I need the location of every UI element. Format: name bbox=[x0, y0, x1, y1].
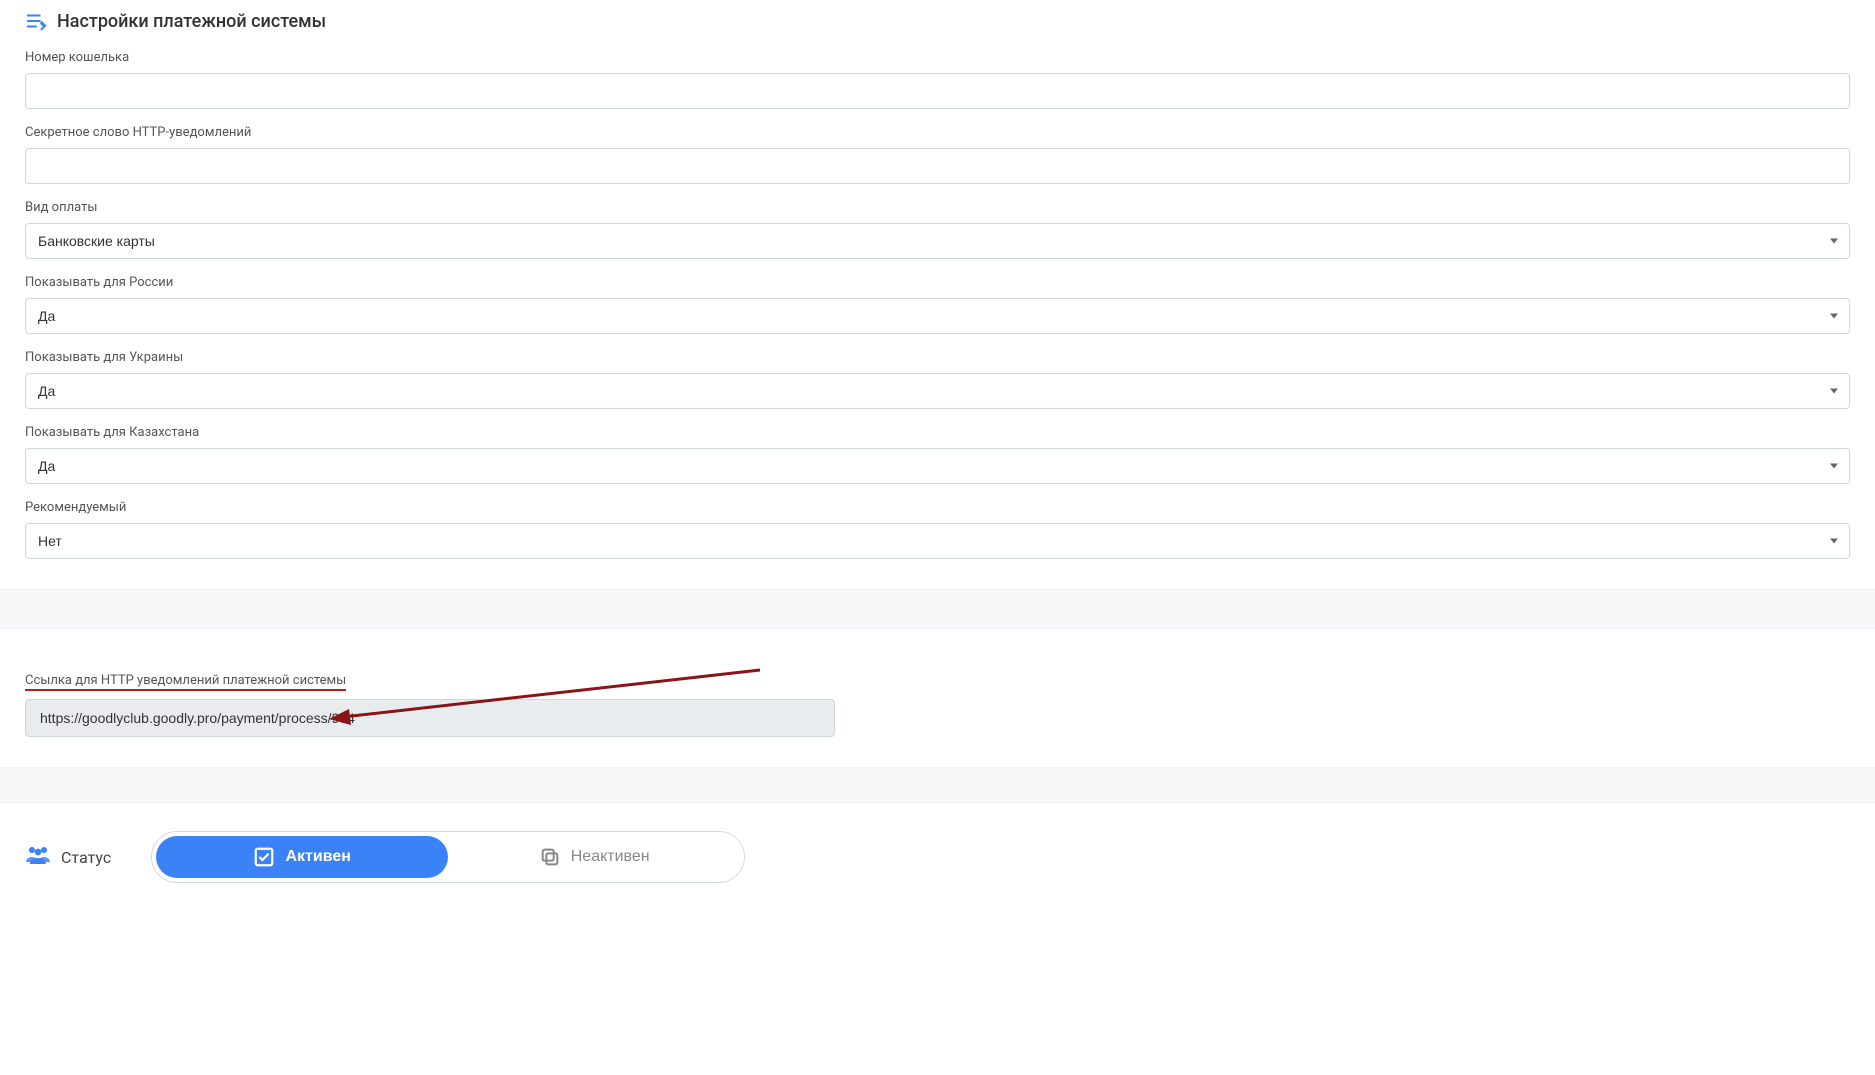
status-label-text: Статус bbox=[61, 848, 111, 867]
status-active-button[interactable]: Активен bbox=[156, 836, 448, 878]
status-inactive-button[interactable]: Неактивен bbox=[448, 836, 740, 878]
status-active-label: Активен bbox=[285, 848, 350, 866]
input-notify-link[interactable] bbox=[25, 699, 835, 737]
label-recommended: Рекомендуемый bbox=[25, 500, 1850, 515]
status-toggle: Активен Неактивен bbox=[151, 831, 745, 883]
input-wallet[interactable] bbox=[25, 73, 1850, 109]
status-label-group: Статус bbox=[25, 844, 111, 870]
section-title: Настройки платежной системы bbox=[57, 11, 326, 32]
status-row: Статус Активен Неактивен bbox=[0, 803, 1875, 903]
section-header: Настройки платежной системы bbox=[25, 10, 1850, 32]
label-payment-type: Вид оплаты bbox=[25, 200, 1850, 215]
select-show-kazakhstan[interactable]: Да bbox=[25, 448, 1850, 484]
settings-list-icon bbox=[25, 10, 47, 32]
status-inactive-label: Неактивен bbox=[571, 848, 650, 866]
section-divider-2 bbox=[0, 767, 1875, 803]
copy-icon bbox=[539, 846, 561, 868]
label-wallet: Номер кошелька bbox=[25, 50, 1850, 65]
select-show-russia[interactable]: Да bbox=[25, 298, 1850, 334]
checkbox-checked-icon bbox=[253, 846, 275, 868]
field-show-ukraine: Показывать для Украины Да bbox=[25, 350, 1850, 409]
select-show-ukraine[interactable]: Да bbox=[25, 373, 1850, 409]
input-secret[interactable] bbox=[25, 148, 1850, 184]
notify-link-section: Ссылка для HTTP уведомлений платежной си… bbox=[0, 629, 1875, 767]
label-show-russia: Показывать для России bbox=[25, 275, 1850, 290]
label-notify-link: Ссылка для HTTP уведомлений платежной си… bbox=[25, 673, 346, 691]
label-secret: Секретное слово HTTP-уведомлений bbox=[25, 125, 1850, 140]
field-recommended: Рекомендуемый Нет bbox=[25, 500, 1850, 559]
select-recommended[interactable]: Нет bbox=[25, 523, 1850, 559]
field-show-russia: Показывать для России Да bbox=[25, 275, 1850, 334]
label-show-kazakhstan: Показывать для Казахстана bbox=[25, 425, 1850, 440]
label-show-ukraine: Показывать для Украины bbox=[25, 350, 1850, 365]
select-payment-type[interactable]: Банковские карты bbox=[25, 223, 1850, 259]
people-icon bbox=[25, 844, 51, 870]
section-divider bbox=[0, 589, 1875, 629]
field-wallet: Номер кошелька bbox=[25, 50, 1850, 109]
field-secret: Секретное слово HTTP-уведомлений bbox=[25, 125, 1850, 184]
field-show-kazakhstan: Показывать для Казахстана Да bbox=[25, 425, 1850, 484]
field-payment-type: Вид оплаты Банковские карты bbox=[25, 200, 1850, 259]
